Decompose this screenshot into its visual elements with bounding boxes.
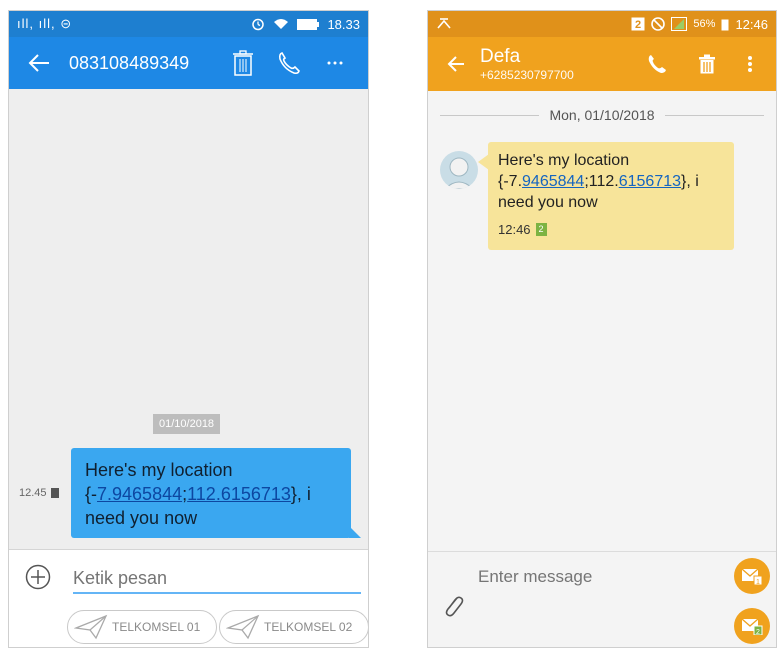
delete-button[interactable] bbox=[682, 54, 732, 74]
longitude-link[interactable]: 112.6156713 bbox=[187, 484, 291, 504]
add-attachment-icon[interactable] bbox=[25, 564, 51, 590]
arrow-left-icon bbox=[447, 56, 464, 72]
message-input[interactable] bbox=[478, 564, 718, 590]
sim1-label: TELKOMSEL 01 bbox=[112, 620, 201, 634]
divider-line bbox=[440, 114, 540, 116]
longitude-link[interactable]: 6156713 bbox=[619, 173, 681, 190]
conversation-title: 083108489349 bbox=[69, 52, 190, 73]
phone-icon bbox=[648, 55, 666, 73]
delete-button[interactable] bbox=[220, 50, 266, 76]
app-bar: Defa +6285230797700 bbox=[428, 37, 776, 91]
date-divider: Mon, 01/10/2018 bbox=[440, 107, 764, 123]
app-bar: 083108489349 bbox=[9, 37, 368, 89]
trash-icon bbox=[233, 50, 253, 76]
alarm-icon bbox=[252, 18, 265, 31]
arrow-left-icon bbox=[28, 54, 49, 72]
latitude-link[interactable]: 7.9465844 bbox=[97, 484, 182, 504]
right-phone-screen: 2 56% 12:46 Defa +6285230797700 Mon, 01/… bbox=[427, 10, 777, 648]
message-separator: ;112. bbox=[584, 173, 619, 190]
message-composer: 1 2 bbox=[428, 551, 776, 647]
more-options-button[interactable] bbox=[732, 55, 768, 73]
svg-text:2: 2 bbox=[635, 19, 641, 31]
wifi-icon bbox=[274, 19, 289, 29]
latitude-link[interactable]: 9465844 bbox=[522, 173, 584, 190]
more-options-button[interactable] bbox=[312, 60, 358, 66]
do-not-disturb-icon bbox=[651, 17, 666, 31]
send-sim1-button[interactable]: TELKOMSEL 01 bbox=[67, 610, 217, 644]
clock: 18.33 bbox=[327, 16, 360, 32]
send-sim1-button[interactable]: 1 bbox=[734, 558, 770, 594]
conversation-header: Defa +6285230797700 bbox=[476, 46, 632, 82]
svg-text:2: 2 bbox=[756, 629, 760, 635]
battery-icon bbox=[721, 19, 729, 30]
contact-avatar[interactable] bbox=[440, 151, 478, 189]
date-chip: 01/10/2018 bbox=[153, 414, 221, 434]
back-button[interactable] bbox=[436, 56, 476, 72]
call-button[interactable] bbox=[632, 54, 682, 74]
message-bubble[interactable]: Here's my location {-7.9465844;112.61567… bbox=[71, 448, 361, 538]
trash-icon bbox=[699, 54, 715, 74]
sim2-label: TELKOMSEL 02 bbox=[264, 620, 353, 634]
message-timestamp: 12.45 bbox=[19, 487, 59, 499]
sim-icon bbox=[50, 488, 59, 498]
message-meta: 12:46 2 bbox=[498, 219, 724, 240]
paper-plane-icon bbox=[74, 614, 108, 640]
battery-icon bbox=[297, 18, 320, 30]
person-icon bbox=[444, 157, 474, 189]
message-time: 12:46 bbox=[498, 222, 531, 237]
send-message-icon: 1 bbox=[741, 568, 763, 585]
svg-text:1: 1 bbox=[756, 579, 760, 585]
signal-icon bbox=[671, 17, 688, 31]
call-button[interactable] bbox=[266, 51, 312, 75]
phone-icon bbox=[278, 52, 300, 75]
message-text: Here's my location {-7.9465844;112.61567… bbox=[498, 150, 724, 213]
status-bar: 2 56% 12:46 bbox=[428, 11, 776, 37]
send-message-icon: 2 bbox=[741, 618, 763, 635]
status-bar: ıll, ıll, ⊝ 18.33 bbox=[9, 11, 368, 37]
message-input[interactable] bbox=[73, 564, 361, 594]
left-phone-screen: ıll, ıll, ⊝ 18.33 083108489349 01/10/201… bbox=[8, 10, 369, 648]
notification-icon bbox=[437, 17, 451, 29]
send-sim2-button[interactable]: TELKOMSEL 02 bbox=[219, 610, 368, 644]
battery-percent: 56% bbox=[693, 18, 716, 30]
sim-badge: 2 bbox=[535, 223, 547, 236]
back-button[interactable] bbox=[19, 54, 59, 72]
sim-2-icon: 2 bbox=[631, 17, 645, 31]
message-bubble[interactable]: Here's my location {-7.9465844;112.61567… bbox=[478, 142, 734, 250]
more-horizontal-icon bbox=[327, 61, 343, 65]
send-sim2-button[interactable]: 2 bbox=[734, 608, 770, 644]
contact-name: Defa bbox=[480, 46, 521, 67]
paperclip-icon[interactable] bbox=[442, 592, 464, 618]
date-divider-label: Mon, 01/10/2018 bbox=[549, 107, 655, 123]
message-time: 12.45 bbox=[19, 487, 47, 499]
paper-plane-icon bbox=[226, 614, 260, 640]
contact-number: +6285230797700 bbox=[480, 68, 574, 82]
signal-indicator: ıll, ıll, ⊝ bbox=[17, 16, 73, 31]
more-vertical-icon bbox=[748, 56, 752, 72]
message-composer: TELKOMSEL 01 TELKOMSEL 02 bbox=[9, 549, 368, 647]
clock: 12:46 bbox=[735, 16, 768, 32]
divider-line bbox=[664, 114, 764, 116]
